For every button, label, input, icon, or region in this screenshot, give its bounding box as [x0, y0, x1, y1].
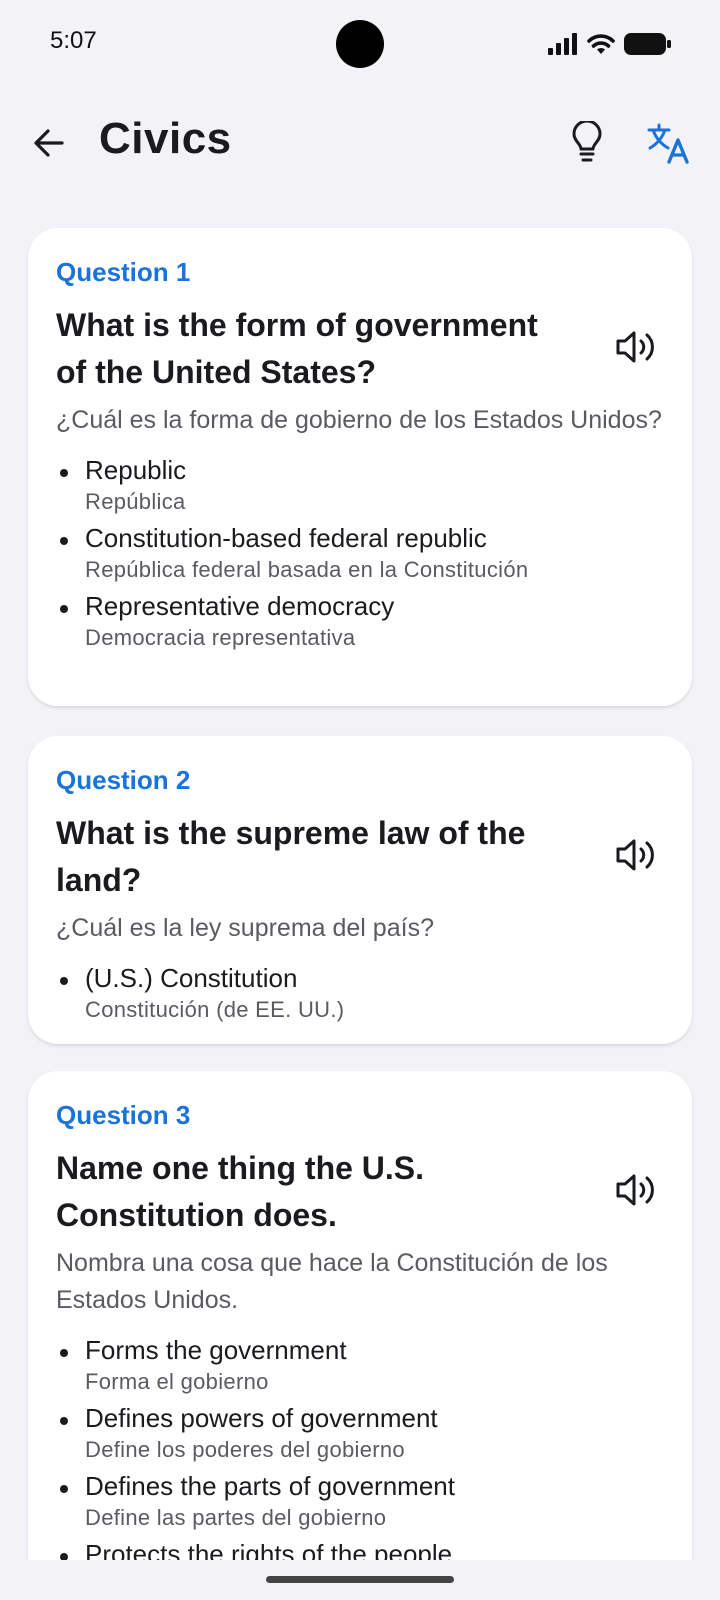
- answer-text-es: Constitución (de EE. UU.): [85, 997, 345, 1022]
- wifi-icon: [586, 32, 616, 56]
- answer-text-en: Constitution-based federal republic: [85, 523, 487, 553]
- answer-item: Protects the rights of the people: [56, 1537, 664, 1560]
- answer-item: Representative democracy Democracia repr…: [56, 589, 664, 653]
- question-row: Name one thing the U.S. Constitution doe…: [56, 1145, 664, 1239]
- answer-item: Republic República: [56, 453, 664, 517]
- answer-text-en: Defines the parts of government: [85, 1471, 455, 1501]
- arrow-left-icon: [32, 126, 66, 165]
- answer-text-en: Representative democracy: [85, 591, 395, 621]
- question-card: Question 3 Name one thing the U.S. Const…: [28, 1071, 692, 1560]
- battery-icon: [624, 32, 672, 56]
- translate-icon: [647, 122, 691, 169]
- question-text-es: ¿Cuál es la ley suprema del país?: [56, 914, 434, 942]
- question-list[interactable]: Question 1 What is the form of governmen…: [0, 214, 720, 1560]
- answer-text-es: Forma el gobierno: [85, 1369, 269, 1394]
- answer-list: Forms the government Forma el gobierno D…: [56, 1333, 664, 1560]
- answer-text-es: Define los poderes del gobierno: [85, 1437, 405, 1462]
- translate-button[interactable]: [642, 118, 696, 172]
- answer-text-es: República federal basada en la Constituc…: [85, 557, 529, 582]
- question-text-en: What is the form of government of the Un…: [56, 307, 538, 390]
- app-bar: Civics: [0, 98, 720, 188]
- answer-text-es: República: [85, 489, 186, 514]
- question-text-es: ¿Cuál es la forma de gobierno de los Est…: [56, 406, 662, 434]
- answer-text-es: Define las partes del gobierno: [85, 1505, 387, 1530]
- answer-item: Forms the government Forma el gobierno: [56, 1333, 664, 1397]
- home-indicator[interactable]: [266, 1576, 454, 1583]
- answer-list: Republic República Constitution-based fe…: [56, 453, 664, 653]
- play-audio-button[interactable]: [608, 829, 664, 885]
- question-card: Question 2 What is the supreme law of th…: [28, 736, 692, 1044]
- question-row: What is the form of government of the Un…: [56, 302, 664, 396]
- status-icons: [548, 30, 672, 58]
- play-audio-button[interactable]: [608, 1164, 664, 1220]
- answer-item: Constitution-based federal republic Repú…: [56, 521, 664, 585]
- answer-text-en: Forms the government: [85, 1335, 347, 1365]
- status-bar: 5:07: [0, 0, 720, 88]
- status-time: 5:07: [50, 27, 97, 54]
- signal-icon: [548, 33, 578, 55]
- question-number: Question 2: [56, 765, 191, 795]
- question-number: Question 1: [56, 257, 191, 287]
- question-text-en: Name one thing the U.S. Constitution doe…: [56, 1150, 425, 1233]
- page-title: Civics: [99, 114, 232, 163]
- camera-cutout: [336, 20, 384, 68]
- question-text-en: What is the supreme law of the land?: [56, 815, 526, 898]
- answer-text-en: Defines powers of government: [85, 1403, 438, 1433]
- lightbulb-icon: [570, 119, 604, 170]
- answer-text-en: (U.S.) Constitution: [85, 963, 298, 993]
- answer-item: (U.S.) Constitution Constitución (de EE.…: [56, 961, 664, 1025]
- answer-text-en: Protects the rights of the people: [85, 1539, 453, 1560]
- answer-list: (U.S.) Constitution Constitución (de EE.…: [56, 961, 664, 1025]
- answer-item: Defines powers of government Define los …: [56, 1401, 664, 1465]
- speaker-icon: [614, 329, 658, 370]
- question-number: Question 3: [56, 1100, 191, 1130]
- play-audio-button[interactable]: [608, 321, 664, 377]
- speaker-icon: [614, 1172, 658, 1213]
- question-row: What is the supreme law of the land?: [56, 810, 664, 904]
- question-card: Question 1 What is the form of governmen…: [28, 228, 692, 706]
- question-text-es: Nombra una cosa que hace la Constitución…: [56, 1249, 608, 1314]
- answer-item: Defines the parts of government Define l…: [56, 1469, 664, 1533]
- answer-text-es: Democracia representativa: [85, 625, 356, 650]
- hint-button[interactable]: [560, 118, 614, 172]
- speaker-icon: [614, 837, 658, 878]
- answer-text-en: Republic: [85, 455, 187, 485]
- back-button[interactable]: [22, 118, 76, 172]
